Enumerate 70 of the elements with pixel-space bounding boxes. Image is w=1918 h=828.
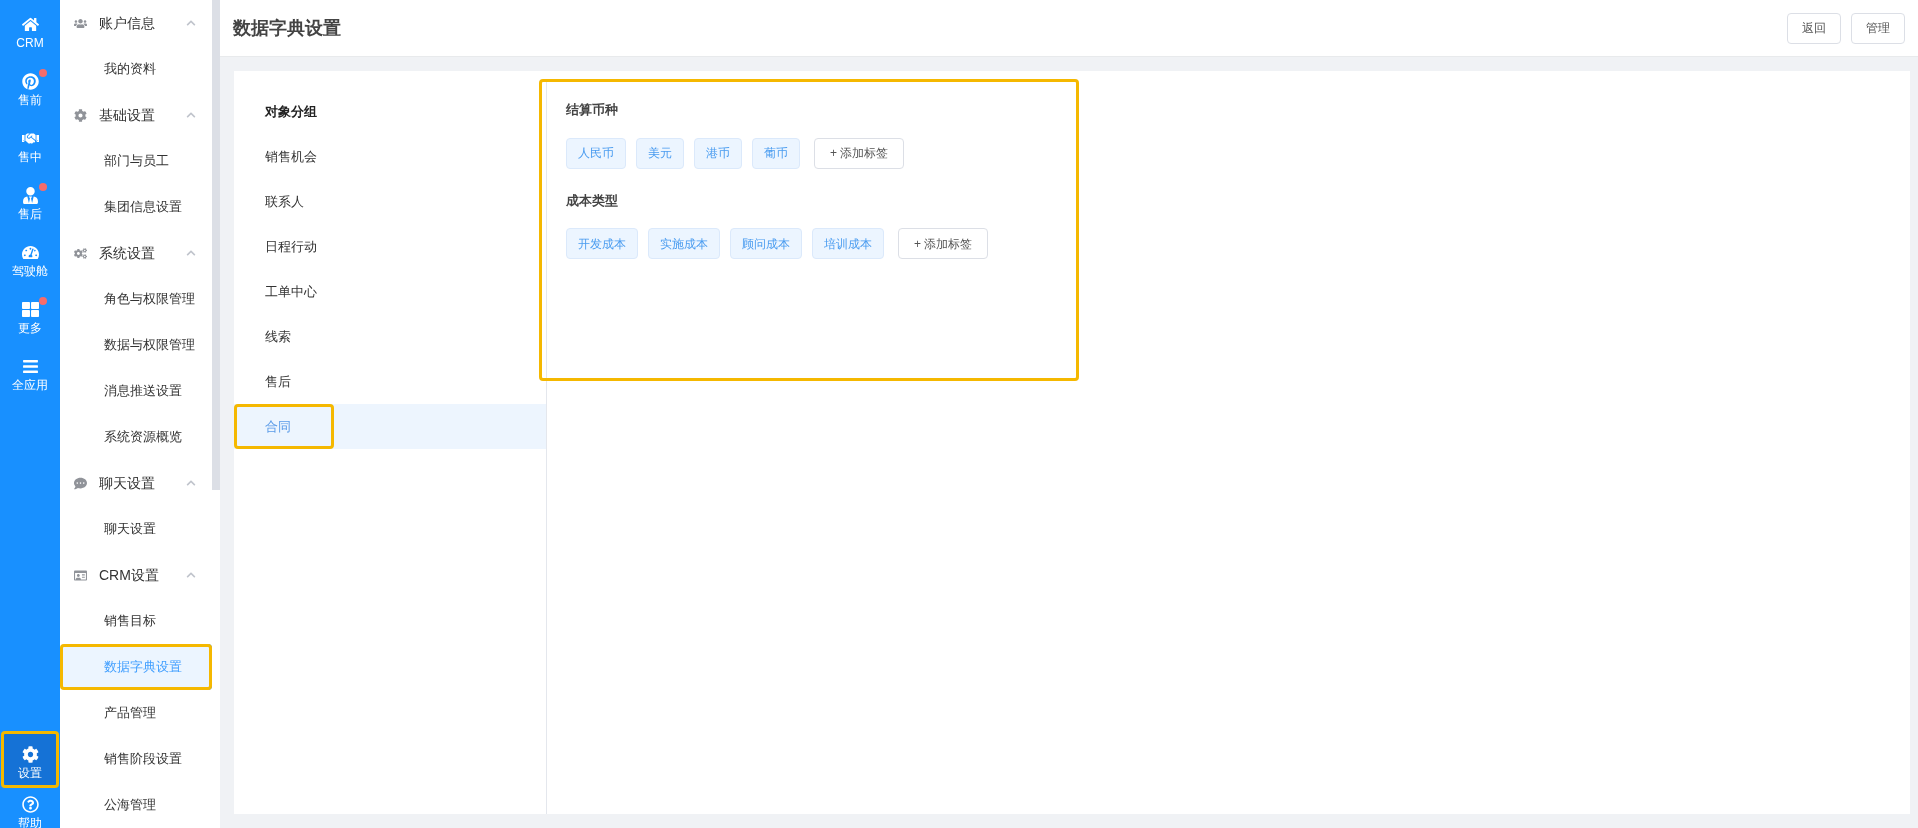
id-card-icon xyxy=(74,568,87,582)
header-button[interactable]: 返回 xyxy=(1787,12,1841,44)
rail-label: 更多 xyxy=(18,322,42,334)
sidebar-item[interactable]: 系统资源概览 xyxy=(60,414,212,460)
chevron-up-icon xyxy=(186,248,196,258)
settings-icon xyxy=(21,746,39,763)
sidebar-item[interactable]: 聊天设置 xyxy=(60,506,212,552)
pin-icon xyxy=(21,73,39,90)
help-icon xyxy=(21,796,39,813)
sidebar-item[interactable]: 角色与权限管理 xyxy=(60,276,212,322)
sidebar-item[interactable]: 公海管理 xyxy=(60,782,212,828)
sidebar-item[interactable]: 我的资料 xyxy=(60,46,212,92)
handshake-icon xyxy=(21,130,39,147)
chat-icon xyxy=(74,476,87,490)
sidebar-item[interactable]: 销售目标 xyxy=(60,598,212,644)
rail-label: 售中 xyxy=(18,151,42,163)
scrollbar[interactable] xyxy=(212,0,220,490)
sidebar-item[interactable]: 数据与权限管理 xyxy=(60,322,212,368)
users-icon xyxy=(74,16,87,30)
chevron-up-icon xyxy=(186,110,196,120)
dictionary-tag: 港币 xyxy=(694,137,742,169)
sidebar-item[interactable]: 部门与员工 xyxy=(60,138,212,184)
sidebar-group[interactable]: 聊天设置 xyxy=(60,460,212,506)
grid-icon xyxy=(21,301,39,318)
settings-icon xyxy=(74,108,87,122)
section-title: 结算币种 xyxy=(566,101,619,119)
sidebar-item[interactable]: 集团信息设置 xyxy=(60,184,212,230)
group-heading: 对象分组 xyxy=(264,102,318,121)
home-icon xyxy=(21,16,39,33)
rail-label: 帮助 xyxy=(18,817,42,828)
rail-label: 售前 xyxy=(18,94,42,106)
rail-label: 全应用 xyxy=(12,379,48,391)
gears-icon xyxy=(74,246,87,260)
rail-item[interactable]: 设置 xyxy=(1,731,59,788)
object-group-item[interactable]: 工单中心 xyxy=(234,269,546,314)
sidebar-group[interactable]: 系统设置 xyxy=(60,230,212,276)
sidebar-item[interactable]: 销售阶段设置 xyxy=(60,736,212,782)
rail-label: 设置 xyxy=(18,767,42,779)
object-group-item[interactable]: 日程行动 xyxy=(234,224,546,269)
dictionary-tag: 实施成本 xyxy=(648,228,720,259)
add-tag-button[interactable]: + 添加标签 xyxy=(898,228,989,259)
dictionary-tag: 美元 xyxy=(636,137,684,169)
dictionary-tag: 人民币 xyxy=(566,137,626,169)
object-group-item[interactable]: 售后 xyxy=(234,359,546,404)
tie-icon xyxy=(21,187,39,204)
sidebar-group[interactable]: 基础设置 xyxy=(60,92,212,138)
menu-icon xyxy=(21,358,39,375)
object-group-item[interactable]: 销售机会 xyxy=(234,134,546,179)
rail-label: 驾驶舱 xyxy=(12,265,48,277)
chevron-up-icon xyxy=(186,570,196,580)
sidebar-group[interactable]: CRM设置 xyxy=(60,552,212,598)
page-title: 数据字典设置 xyxy=(233,16,342,40)
object-group-item[interactable]: 线索 xyxy=(234,314,546,359)
highlight-frame: 合同 xyxy=(234,404,334,449)
header-button[interactable]: 管理 xyxy=(1851,12,1905,44)
chevron-up-icon xyxy=(186,18,196,28)
dictionary-tag: 葡币 xyxy=(752,137,800,169)
add-tag-button[interactable]: + 添加标签 xyxy=(814,137,905,169)
rail-label: CRM xyxy=(16,37,44,49)
dictionary-tag: 顾问成本 xyxy=(730,228,802,259)
sidebar-item[interactable]: 消息推送设置 xyxy=(60,368,212,414)
sidebar-group[interactable]: 账户信息 xyxy=(60,0,212,46)
chevron-up-icon xyxy=(186,478,196,488)
object-group-item[interactable]: 联系人 xyxy=(234,179,546,224)
gauge-icon xyxy=(21,244,39,261)
dictionary-tag: 开发成本 xyxy=(566,228,638,259)
sidebar-item[interactable]: 产品管理 xyxy=(60,690,212,736)
dictionary-tag: 培训成本 xyxy=(812,228,884,259)
rail-label: 售后 xyxy=(18,208,42,220)
section-title: 成本类型 xyxy=(566,191,619,210)
